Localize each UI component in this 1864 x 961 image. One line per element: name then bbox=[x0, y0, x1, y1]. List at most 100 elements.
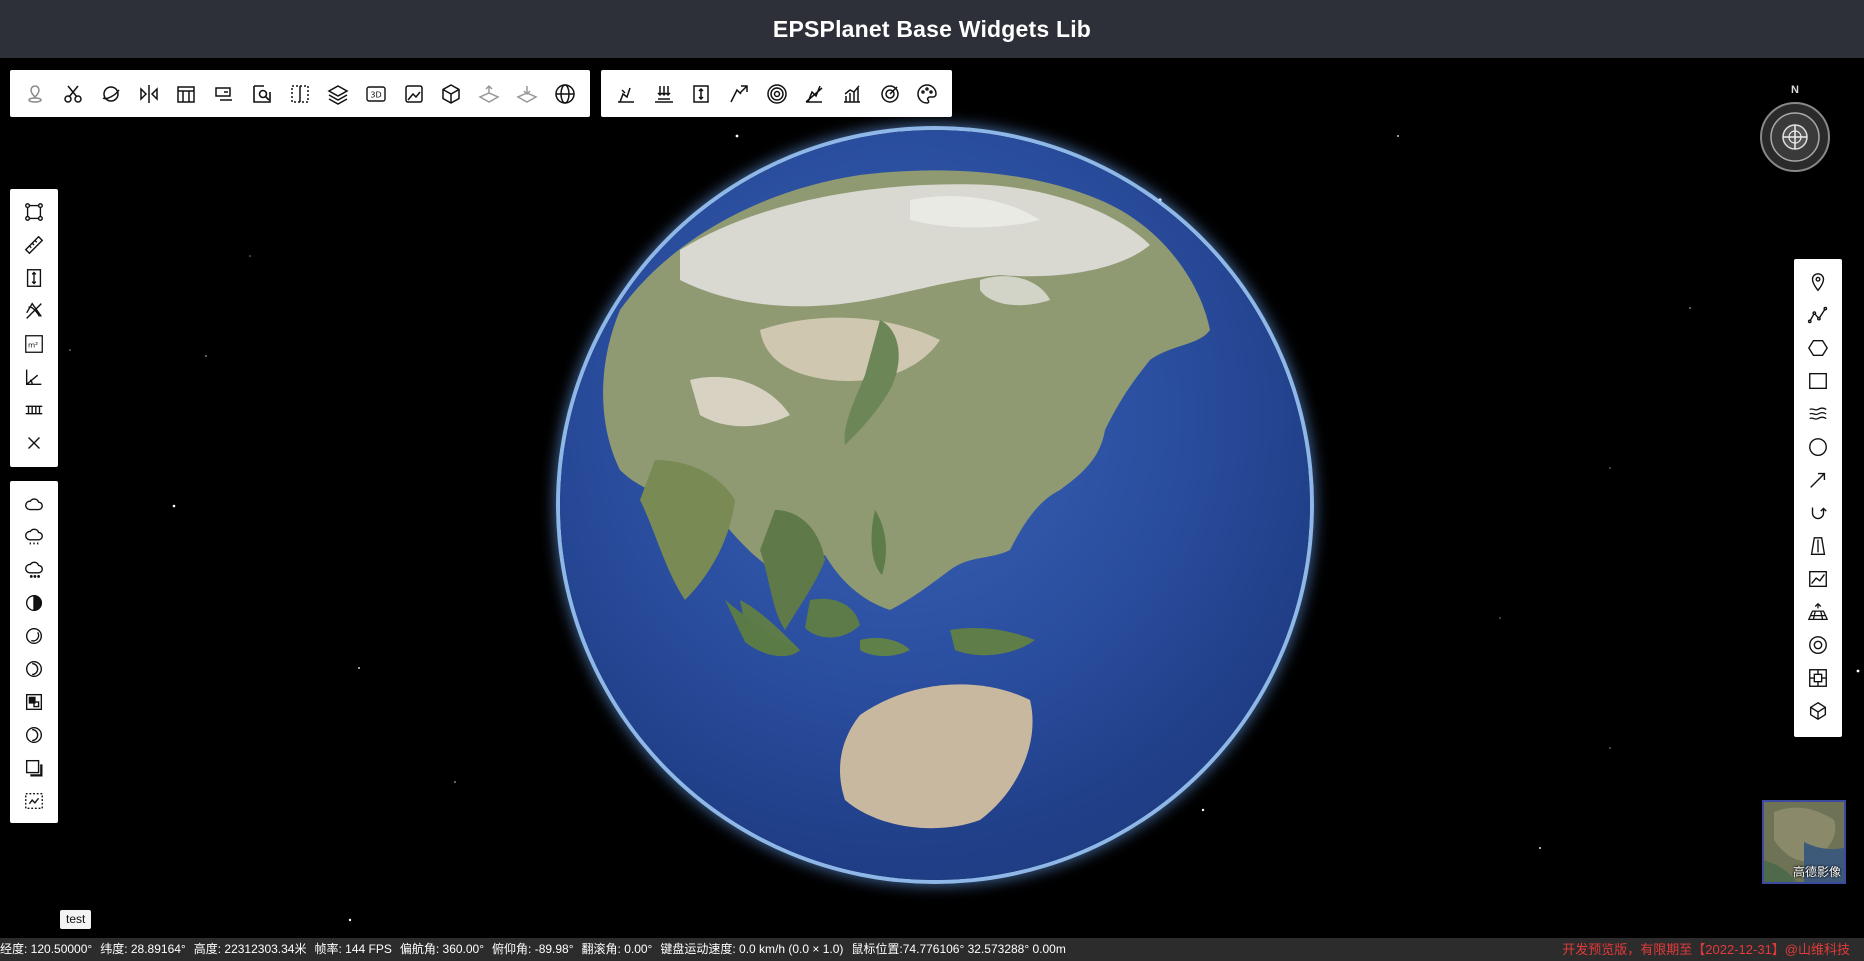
flood-button[interactable] bbox=[645, 71, 683, 117]
measure-area-box-icon bbox=[25, 202, 43, 221]
draw-arrow-button[interactable] bbox=[1794, 463, 1842, 496]
swipe-compare-button[interactable] bbox=[130, 71, 168, 117]
draw-water-button[interactable] bbox=[1794, 397, 1842, 430]
status-speed: 键盘运动速度: 0.0 km/h (0.0 × 1.0) bbox=[660, 942, 844, 956]
layers-button[interactable] bbox=[319, 71, 357, 117]
model-button[interactable] bbox=[432, 71, 470, 117]
polyline-icon bbox=[1807, 306, 1828, 323]
moon-icon bbox=[25, 627, 43, 644]
line-chart-icon bbox=[1809, 570, 1827, 587]
excavate-button[interactable] bbox=[607, 71, 645, 117]
imagery-button[interactable] bbox=[395, 71, 433, 117]
draw-point-button[interactable] bbox=[1794, 265, 1842, 298]
curved-arrow-icon bbox=[1811, 506, 1827, 519]
draw-circle-button[interactable] bbox=[1794, 430, 1842, 463]
draw-ring-button[interactable] bbox=[1794, 628, 1842, 661]
terrain-raise-button[interactable] bbox=[470, 71, 508, 117]
target-icon bbox=[880, 84, 899, 103]
frame-select-button[interactable] bbox=[10, 784, 58, 817]
draw-frame-button[interactable] bbox=[1794, 661, 1842, 694]
slope-icon bbox=[730, 84, 748, 102]
tile-overlay-button[interactable] bbox=[10, 685, 58, 718]
status-latitude: 纬度: 28.89164° bbox=[100, 942, 186, 956]
draw-polyline-button[interactable] bbox=[1794, 298, 1842, 331]
toolbar-measure: m² bbox=[10, 189, 58, 467]
measure-angle-button[interactable] bbox=[10, 360, 58, 393]
shadow-button[interactable] bbox=[10, 751, 58, 784]
night-mode-button[interactable] bbox=[10, 718, 58, 751]
slope-button[interactable] bbox=[720, 71, 758, 117]
locate-button[interactable] bbox=[16, 71, 54, 117]
image-icon bbox=[404, 84, 423, 103]
chart-bars-icon bbox=[843, 85, 860, 103]
rain-icon bbox=[25, 528, 43, 544]
measure-section-button[interactable] bbox=[10, 393, 58, 426]
snow-icon bbox=[25, 561, 43, 578]
svg-text:3D: 3D bbox=[370, 90, 381, 99]
toolbar-analysis bbox=[601, 70, 952, 117]
status-bar: 经度: 120.50000° 纬度: 28.89164° 高度: 22312303.… bbox=[0, 938, 1864, 961]
draw-grid-button[interactable] bbox=[1794, 595, 1842, 628]
buffer-button[interactable] bbox=[758, 71, 796, 117]
status-mouse-position: 鼠标位置:74.776106° 32.573288° 0.00m bbox=[851, 942, 1066, 956]
daylight-icon bbox=[25, 660, 43, 677]
measure-distance-button[interactable] bbox=[10, 228, 58, 261]
hexagon-icon bbox=[1808, 339, 1828, 356]
fog-icon bbox=[25, 594, 43, 611]
draw-wall-button[interactable] bbox=[1794, 529, 1842, 562]
cloud-icon bbox=[25, 497, 43, 510]
viewshed-button[interactable] bbox=[871, 71, 909, 117]
draw-chart-button[interactable] bbox=[1794, 562, 1842, 595]
orbit-button[interactable] bbox=[92, 71, 130, 117]
cloud-effect-button[interactable] bbox=[10, 487, 58, 520]
snow-effect-button[interactable] bbox=[10, 553, 58, 586]
moonlight-button[interactable] bbox=[10, 619, 58, 652]
compass-dial-icon bbox=[1760, 102, 1830, 172]
water-waves-icon bbox=[1809, 406, 1827, 420]
globe-grid-icon bbox=[555, 83, 575, 104]
height-limit-button[interactable] bbox=[682, 71, 720, 117]
rain-effect-button[interactable] bbox=[10, 520, 58, 553]
draw-curved-arrow-button[interactable] bbox=[1794, 496, 1842, 529]
screenshot-button[interactable] bbox=[205, 71, 243, 117]
draw-model-button[interactable] bbox=[1794, 694, 1842, 727]
status-heading: 偏航角: 360.00° bbox=[399, 942, 485, 956]
building-button[interactable] bbox=[167, 71, 205, 117]
toolbar-draw bbox=[1794, 259, 1842, 737]
profile-button[interactable] bbox=[795, 71, 833, 117]
grid-plane-icon bbox=[1807, 602, 1829, 620]
measure-square-button[interactable]: m² bbox=[10, 327, 58, 360]
globe-view[interactable] bbox=[560, 130, 1310, 880]
draw-polygon-button[interactable] bbox=[1794, 331, 1842, 364]
graticule-button[interactable] bbox=[546, 71, 584, 117]
license-notice: 开发预览版，有限期至【2022-12-31】@山维科技 bbox=[1562, 942, 1850, 957]
measure-area-button[interactable] bbox=[10, 195, 58, 228]
query-button[interactable] bbox=[243, 71, 281, 117]
split-screen-icon bbox=[291, 84, 309, 103]
measure-height-button[interactable] bbox=[10, 261, 58, 294]
buffer-rings-icon bbox=[766, 83, 787, 104]
tile-icon bbox=[25, 693, 43, 710]
measure-height-icon bbox=[26, 268, 42, 287]
measure-path-icon bbox=[26, 301, 42, 319]
daylight-button[interactable] bbox=[10, 652, 58, 685]
terrain-lower-button[interactable] bbox=[508, 71, 546, 117]
clip-button[interactable] bbox=[54, 71, 92, 117]
ring-icon bbox=[1809, 635, 1827, 654]
compass[interactable]: N bbox=[1758, 84, 1832, 176]
3d-view-button[interactable]: 3D bbox=[357, 71, 395, 117]
draw-rectangle-button[interactable] bbox=[1794, 364, 1842, 397]
square-frame-icon bbox=[1809, 668, 1827, 687]
clear-measure-button[interactable] bbox=[10, 426, 58, 459]
split-screen-button[interactable] bbox=[281, 71, 319, 117]
statistics-button[interactable] bbox=[833, 71, 871, 117]
rectangle-icon bbox=[1809, 372, 1827, 389]
basemap-switcher[interactable]: 高德影像 bbox=[1762, 800, 1846, 884]
magnify-search-icon bbox=[253, 84, 271, 103]
color-palette-button[interactable] bbox=[908, 71, 946, 117]
location-marker-icon bbox=[28, 84, 42, 103]
measure-path-button[interactable] bbox=[10, 294, 58, 327]
fog-effect-button[interactable] bbox=[10, 586, 58, 619]
earth-globe[interactable] bbox=[560, 130, 1310, 880]
basemap-label: 高德影像 bbox=[1792, 865, 1841, 879]
